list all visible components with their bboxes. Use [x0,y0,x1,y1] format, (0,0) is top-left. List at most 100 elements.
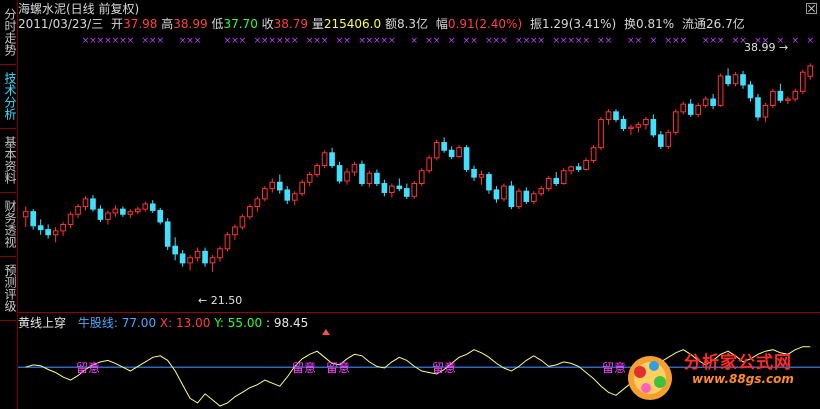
signal-mark-icon: × [672,36,680,46]
candle-body [149,203,156,211]
quote-info-bar: 海螺水泥(日线 前复权) [18,2,820,16]
candle-body [157,209,164,223]
candle-body [120,208,126,215]
candle [164,218,171,251]
candle-body [568,166,574,172]
x-label: X: [159,316,173,330]
candle-body [291,193,298,201]
candle-body [672,111,679,133]
y-label: Y: [214,316,224,330]
candle-body [82,198,89,208]
candle [590,145,597,164]
signal-mark-icon: × [313,36,321,46]
candle [545,175,552,192]
candle [149,200,156,213]
candle-body [486,174,492,191]
float-value: 26.7亿 [705,17,745,31]
candle [291,191,298,206]
candle [187,255,193,271]
candle [284,186,291,204]
candle [52,227,59,243]
candle-body [687,103,694,115]
candle [45,224,51,239]
tab-basic-info[interactable]: 基本资料 [0,132,17,188]
signal-mark-icon: × [291,36,299,46]
candle [321,150,328,169]
candle [523,187,530,204]
candle-body [142,203,149,210]
signal-mark-icon: × [493,36,501,46]
candle [471,165,477,181]
candle-body [97,208,104,220]
arrow-right-icon: → [775,41,789,54]
candle [75,204,81,219]
candle-body [516,190,522,208]
candle-body [389,185,395,193]
candle-body [463,147,470,170]
candle [120,206,126,217]
change-label: 幅 [435,17,448,31]
candle [799,69,806,94]
candle-body [501,185,507,200]
candle-body [194,250,201,259]
candle-body [605,111,612,121]
signal-mark-icon: × [381,36,389,46]
candle [157,207,164,225]
signal-mark-icon: × [104,36,112,46]
indicator-name[interactable]: 黄线上穿 [18,316,66,330]
candle-body [680,103,687,113]
signal-mark-icon: × [732,36,740,46]
signal-mark-icon: × [358,36,366,46]
signal-mark-icon: × [179,36,187,46]
candle-body [359,163,365,185]
signal-mark-icon: × [142,36,150,46]
candle-body [351,163,358,173]
candlestick-panel[interactable]: × × × × × × × × × × × × × × × × × × × × × × × × × × × × × × × × × × × × × × × ×… [18,0,820,312]
candle [717,73,724,107]
signal-mark-icon: × [425,36,433,46]
candle [665,129,672,149]
candle-body [314,165,320,176]
candle-body [770,90,776,106]
candle [269,178,276,193]
candle-body [448,149,455,158]
watch-label: 留意 [326,361,351,375]
indicator-header: 黄线上穿 牛股线: 77.00 X: 13.00 Y: 55.00 : 98.4… [18,316,308,330]
extra-value: 98.45 [273,316,309,330]
candle-body [262,188,268,200]
float-label: 流通 [681,17,706,31]
candle [463,145,470,172]
tab-forecast-rating[interactable]: 预测评级 [0,260,17,316]
candle-body [725,75,731,85]
candle-body [702,98,709,106]
signal-mark-icon: × [239,36,247,46]
tab-financial[interactable]: 财务透视 [0,196,17,252]
candle [568,165,574,175]
stock-chart-window: 分时走势 技术分析 基本资料 财务透视 预测评级 × × × × × × × × × × × × × × ×… [0,0,820,409]
candle [777,83,784,103]
close-icon[interactable] [806,3,817,14]
low-label: 低 [211,17,224,31]
candle [254,196,261,212]
candle [37,219,44,235]
candle [583,157,589,171]
candle [396,178,403,192]
tab-technical-analysis[interactable]: 技术分析 [0,68,17,124]
signal-mark-icon: × [717,36,725,46]
candle-body [112,208,119,214]
buy-marker-icon [322,329,330,335]
candle [762,102,769,123]
amount-value: 8.3亿 [396,17,429,31]
candle [785,96,791,105]
signal-mark-icon: × [343,36,351,46]
candle-body [329,152,335,167]
signal-mark-icon: × [470,36,478,46]
candle [448,146,455,160]
candle [314,163,320,178]
candlestick-chart[interactable]: × × × × × × × × × × × × × × × × × × × × × × × × × × × × × × × × × × × × × × × ×… [18,0,820,312]
candle-body [164,221,171,247]
tab-intraday[interactable]: 分时走势 [0,4,17,60]
candle [747,81,754,102]
close-value: 38.79 [273,17,309,31]
arrow-left-icon: ← [198,294,211,307]
